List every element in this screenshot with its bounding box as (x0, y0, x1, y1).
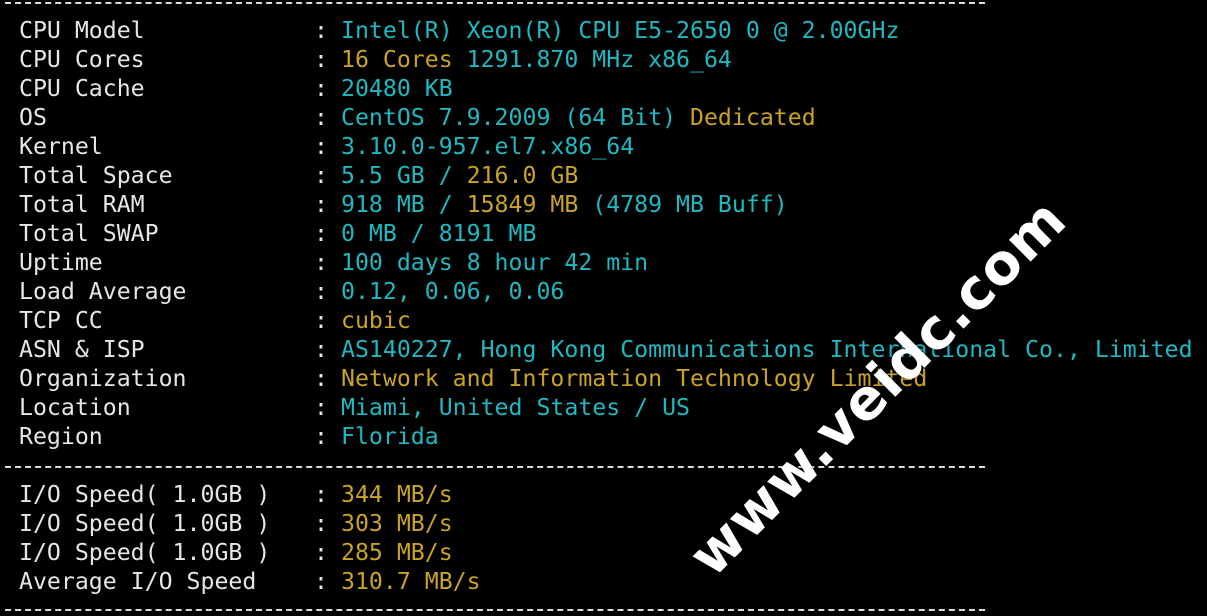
io-label: I/O Speed( 1.0GB ) (19, 539, 271, 566)
info-row: TCP CC: cubic (5, 306, 1205, 335)
info-row: Region: Florida (5, 422, 1205, 451)
io-value: 344 MB/s (341, 480, 453, 509)
info-value-part: 20480 KB (341, 75, 453, 102)
io-row: Average I/O Speed:310.7 MB/s (5, 567, 1205, 596)
info-value: 16 Cores 1291.870 MHz x86_64 (341, 45, 732, 74)
info-row: Location: Miami, United States / US (5, 393, 1205, 422)
info-value: 5.5 GB / 216.0 GB (341, 161, 578, 190)
info-value-part: 918 MB / (341, 191, 467, 218)
info-value-part: Florida (341, 423, 439, 450)
info-row: Kernel:3.10.0-957.el7.x86_64 (5, 132, 1205, 161)
info-row: ASN & ISP: AS140227, Hong Kong Communicat… (5, 335, 1205, 364)
info-row: Organization: Network and Information Tec… (5, 364, 1205, 393)
info-value: 20480 KB (341, 74, 453, 103)
info-colon: : (314, 75, 328, 102)
terminal-output: CPU Model: Intel(R) Xeon(R) CPU E5-2650 0… (5, 0, 1205, 616)
info-value: Miami, United States / US (341, 393, 690, 422)
info-value: 0 MB / 8191 MB (341, 219, 536, 248)
io-value-part: 344 MB/s (341, 481, 453, 508)
info-row: CPU Cores:16 Cores 1291.870 MHz x86_64 (5, 45, 1205, 74)
info-value-part: 15849 MB (466, 191, 593, 218)
info-value-part: 1291.870 MHz x86_64 (466, 46, 732, 73)
info-label: Total SWAP (19, 220, 159, 247)
info-colon: : (314, 307, 328, 334)
info-value-part: 3.10.0-957.el7.x86_64 (341, 133, 635, 160)
info-label: Total RAM (19, 191, 145, 218)
io-value-part: 310.7 MB/s (341, 568, 481, 595)
info-value-part: 216.0 GB (466, 162, 579, 189)
info-row: CPU Model: Intel(R) Xeon(R) CPU E5-2650 0… (5, 16, 1205, 45)
info-colon: : (314, 336, 328, 363)
io-colon: : (314, 510, 328, 537)
io-value: 303 MB/s (341, 509, 453, 538)
info-value: 0.12, 0.06, 0.06 (341, 277, 564, 306)
separator-top (5, 2, 985, 4)
info-label: Uptime (19, 249, 103, 276)
io-label: I/O Speed( 1.0GB ) (19, 510, 271, 537)
io-colon: : (314, 568, 328, 595)
info-label: Load Average (19, 278, 187, 305)
info-label: Kernel (19, 133, 103, 160)
info-label: ASN & ISP (19, 336, 145, 363)
io-colon: : (314, 539, 328, 566)
info-row: OS: CentOS 7.9.2009 (64 Bit) Dedicated (5, 103, 1205, 132)
info-value: Florida (341, 422, 439, 451)
info-value-part: 5.5 GB / (341, 162, 467, 189)
info-label: Organization (19, 365, 187, 392)
info-value-part: Dedicated (690, 104, 816, 131)
info-colon: : (314, 133, 328, 160)
info-value-part: CentOS 7.9.2009 (64 Bit) (341, 104, 691, 131)
info-colon: : (314, 249, 328, 276)
info-value: 3.10.0-957.el7.x86_64 (341, 132, 634, 161)
io-value-part: 285 MB/s (341, 539, 453, 566)
info-colon: : (314, 104, 328, 131)
info-value: 918 MB / 15849 MB (4789 MB Buff) (341, 190, 788, 219)
info-label: CPU Cache (19, 75, 145, 102)
info-value-part: 16 Cores (341, 46, 467, 73)
io-value: 285 MB/s (341, 538, 453, 567)
io-colon: : (314, 481, 328, 508)
info-value: 100 days 8 hour 42 min (341, 248, 648, 277)
separator-bottom (5, 609, 985, 611)
info-value: Intel(R) Xeon(R) CPU E5-2650 0 @ 2.00GHz (341, 16, 899, 45)
info-value-part: Miami, United States / US (341, 394, 691, 421)
info-value: cubic (341, 306, 411, 335)
info-label: Location (19, 394, 131, 421)
info-value: CentOS 7.9.2009 (64 Bit) Dedicated (341, 103, 816, 132)
info-value-part: (4789 MB Buff) (592, 191, 788, 218)
info-label: TCP CC (19, 307, 103, 334)
info-label: OS (19, 104, 47, 131)
info-colon: : (314, 278, 328, 305)
info-value-part: Intel(R) Xeon(R) CPU E5-2650 0 @ 2.00GHz (341, 17, 900, 44)
io-row: I/O Speed( 1.0GB ):344 MB/s (5, 480, 1205, 509)
info-value-part: cubic (341, 307, 411, 334)
io-value-part: 303 MB/s (341, 510, 453, 537)
info-colon: : (314, 365, 328, 392)
info-row: CPU Cache:20480 KB (5, 74, 1205, 103)
info-colon: : (314, 191, 328, 218)
info-colon: : (314, 220, 328, 247)
io-label: I/O Speed( 1.0GB ) (19, 481, 271, 508)
info-value-part: 100 days 8 hour 42 min (341, 249, 649, 276)
io-row: I/O Speed( 1.0GB ):285 MB/s (5, 538, 1205, 567)
info-colon: : (314, 17, 328, 44)
info-colon: : (314, 394, 328, 421)
info-row: Total Space:5.5 GB / 216.0 GB (5, 161, 1205, 190)
info-value-part: 0.12, 0.06, 0.06 (341, 278, 565, 305)
io-row: I/O Speed( 1.0GB ):303 MB/s (5, 509, 1205, 538)
info-value: AS140227, Hong Kong Communications Inter… (341, 335, 1193, 364)
io-label: Average I/O Speed (19, 568, 257, 595)
info-value-part: AS140227, Hong Kong Communications Inter… (341, 336, 1193, 363)
info-colon: : (314, 423, 328, 450)
info-label: Total Space (19, 162, 173, 189)
info-value-part: 0 MB / 8191 MB (341, 220, 537, 247)
info-colon: : (314, 46, 328, 73)
info-label: CPU Model (19, 17, 145, 44)
info-label: Region (19, 423, 103, 450)
info-colon: : (314, 162, 328, 189)
io-value: 310.7 MB/s (341, 567, 481, 596)
info-label: CPU Cores (19, 46, 145, 73)
